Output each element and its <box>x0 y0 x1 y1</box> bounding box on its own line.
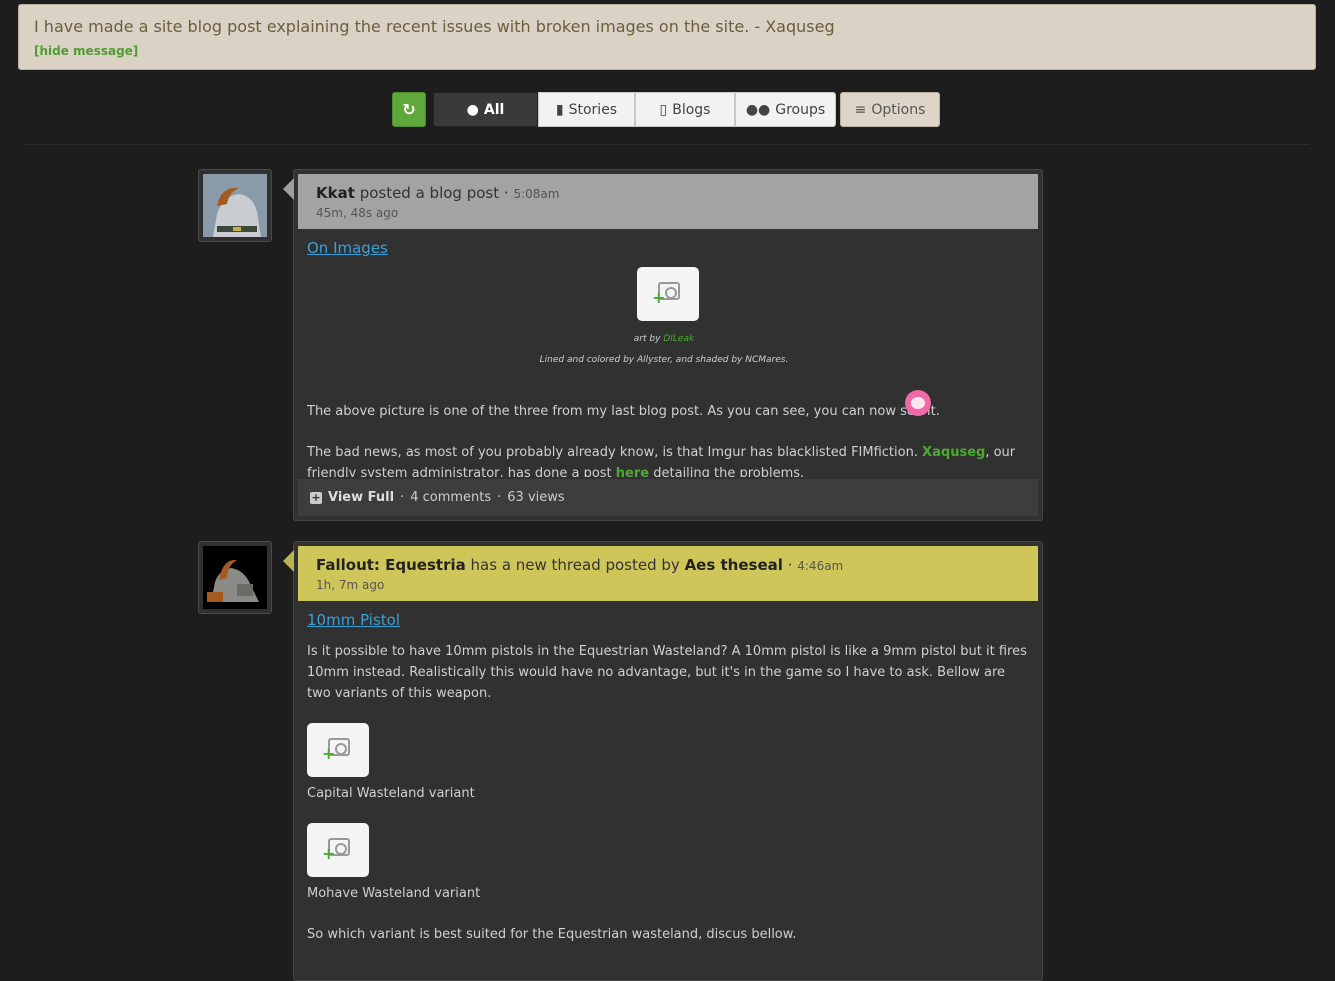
feed-item-header: Fallout: Equestria has a new thread post… <box>298 546 1038 601</box>
post-time: 5:08am <box>513 187 560 201</box>
post-title-link[interactable]: On Images <box>307 239 388 257</box>
pony-emoji-icon <box>905 390 931 416</box>
image-caption-2: Mohave Wasteland variant <box>307 886 481 901</box>
separator: · <box>400 490 405 505</box>
views-count: 63 views <box>507 490 565 505</box>
options-label: Options <box>871 101 926 118</box>
users-icon: ●● <box>745 101 771 118</box>
comments-count[interactable]: 4 comments <box>410 490 491 505</box>
notice-message: I have made a site blog post explaining … <box>34 17 835 36</box>
thread-title-link[interactable]: 10mm Pistol <box>307 611 400 629</box>
book-icon: ▮ <box>555 101 564 118</box>
action-text: has a new thread posted by <box>470 556 680 574</box>
art-credit-line: art by DILeak <box>294 334 1034 344</box>
paragraph-text: detailing the problems. <box>653 466 805 477</box>
thread-paragraph-2: So which variant is best suited for the … <box>307 927 797 942</box>
add-icon: + <box>322 844 336 863</box>
art-by-prefix: art by <box>633 334 661 344</box>
feed-item-header: Kkat posted a blog post · 5:08am 45m, 48… <box>298 174 1038 229</box>
avatar-kkat[interactable] <box>198 169 272 242</box>
separator: · <box>503 184 509 202</box>
site-notice: I have made a site blog post explaining … <box>18 4 1316 70</box>
post-paragraph-2: The bad news, as most of you probably al… <box>307 442 1029 477</box>
tab-blogs[interactable]: ▯ Blogs <box>635 92 735 127</box>
divider <box>24 144 1310 145</box>
expand-icon[interactable]: + <box>310 491 322 504</box>
tab-stories[interactable]: ▮ Stories <box>538 92 635 127</box>
post-time: 4:46am <box>797 559 844 573</box>
author-name[interactable]: Kkat <box>316 184 355 202</box>
tab-all-label: All <box>483 101 505 118</box>
post-age: 1h, 7m ago <box>316 578 385 592</box>
tab-groups-label: Groups <box>775 101 826 118</box>
author-name[interactable]: Aes theseal <box>685 556 783 574</box>
separator: · <box>497 490 502 505</box>
view-full-link[interactable]: View Full <box>328 490 394 505</box>
avatar-aes-theseal[interactable] <box>198 541 272 614</box>
action-text: posted a blog post <box>359 184 500 202</box>
art-by-link[interactable]: DILeak <box>663 334 694 344</box>
card-pointer <box>283 178 294 200</box>
image-placeholder[interactable]: + <box>637 267 699 321</box>
avatar-image <box>203 546 267 609</box>
group-name[interactable]: Fallout: Equestria <box>316 556 466 574</box>
refresh-button[interactable]: ↻ <box>392 92 426 127</box>
image-placeholder[interactable]: + <box>307 823 369 877</box>
feed-item-footer: + View Full · 4 comments · 63 views <box>298 479 1038 516</box>
hide-message-link[interactable]: [hide message] <box>34 44 138 58</box>
tab-blogs-label: Blogs <box>672 101 711 118</box>
menu-icon: ≡ <box>854 101 867 118</box>
refresh-icon: ↻ <box>402 100 416 119</box>
add-icon: + <box>652 288 666 307</box>
tab-groups[interactable]: ●● Groups <box>735 92 836 127</box>
card-pointer <box>283 550 294 572</box>
image-caption-1: Capital Wasteland variant <box>307 786 475 801</box>
tab-stories-label: Stories <box>568 101 618 118</box>
feed-item-thread: Fallout: Equestria has a new thread post… <box>283 541 1043 981</box>
add-icon: + <box>322 744 336 763</box>
paragraph-text: The bad news, as most of you probably al… <box>307 445 918 460</box>
avatar-image <box>203 174 267 237</box>
xaquseg-link[interactable]: Xaquseg <box>922 445 985 460</box>
here-link[interactable]: here <box>616 466 649 477</box>
paragraph-text: The above picture is one of the three fr… <box>307 404 940 419</box>
tab-all[interactable]: ● All <box>433 92 538 127</box>
art-credit-detail: Lined and colored by Allyster, and shade… <box>539 355 789 365</box>
globe-icon: ● <box>466 101 479 118</box>
post-age: 45m, 48s ago <box>316 206 399 220</box>
separator: · <box>787 556 793 574</box>
options-button[interactable]: ≡ Options <box>840 92 940 127</box>
image-placeholder[interactable]: + <box>307 723 369 777</box>
document-icon: ▯ <box>659 101 668 118</box>
thread-paragraph-1: Is it possible to have 10mm pistols in t… <box>307 644 1027 701</box>
feed-item-blog: Kkat posted a blog post · 5:08am 45m, 48… <box>283 169 1043 521</box>
paragraph-text: system administrator, has done a post <box>360 466 612 477</box>
